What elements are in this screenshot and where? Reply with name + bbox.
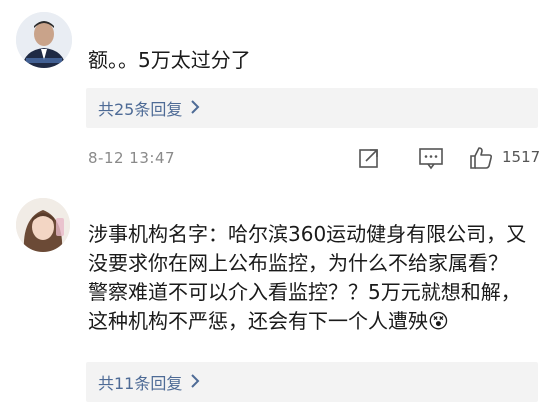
avatar[interactable] [16,12,72,68]
view-replies-button[interactable]: 共25条回复 [86,88,538,128]
replies-count-label: 共25条回复 [98,100,183,119]
timestamp: 8-12 13:47 [88,149,176,167]
comment-line: 这种机构不严惩，还会有下一个人遭殃😵 [88,309,449,333]
like-count: 1517 [502,148,541,166]
comment-line: 没要求你在网上公布监控，为什么不给家属看？ [88,251,508,275]
comment-line: 额。。5万太过分了 [88,48,251,72]
avatar[interactable] [16,198,70,252]
replies-count-label: 共11条回复 [98,374,183,393]
comment-text: 额。。5万太过分了 [88,46,251,75]
chevron-right-icon [190,99,200,118]
comment-icon[interactable] [418,145,444,171]
chevron-right-icon [190,373,200,392]
comment-line: 涉事机构名字：哈尔滨360运动健身有限公司，又 [88,222,527,246]
like-icon[interactable] [468,145,494,171]
comment-meta: 8-12 13:47 1517 [88,145,541,171]
share-icon[interactable] [356,145,382,171]
comment-list: 额。。5万太过分了 共25条回复 8-12 13:47 1517 涉事机构名字：… [0,0,550,409]
view-replies-button[interactable]: 共11条回复 [86,362,538,402]
comment-text: 涉事机构名字：哈尔滨360运动健身有限公司，又 没要求你在网上公布监控，为什么不… [88,220,526,336]
comment-line: 警察难道不可以介入看监控？？5万元就想和解， [88,280,521,304]
